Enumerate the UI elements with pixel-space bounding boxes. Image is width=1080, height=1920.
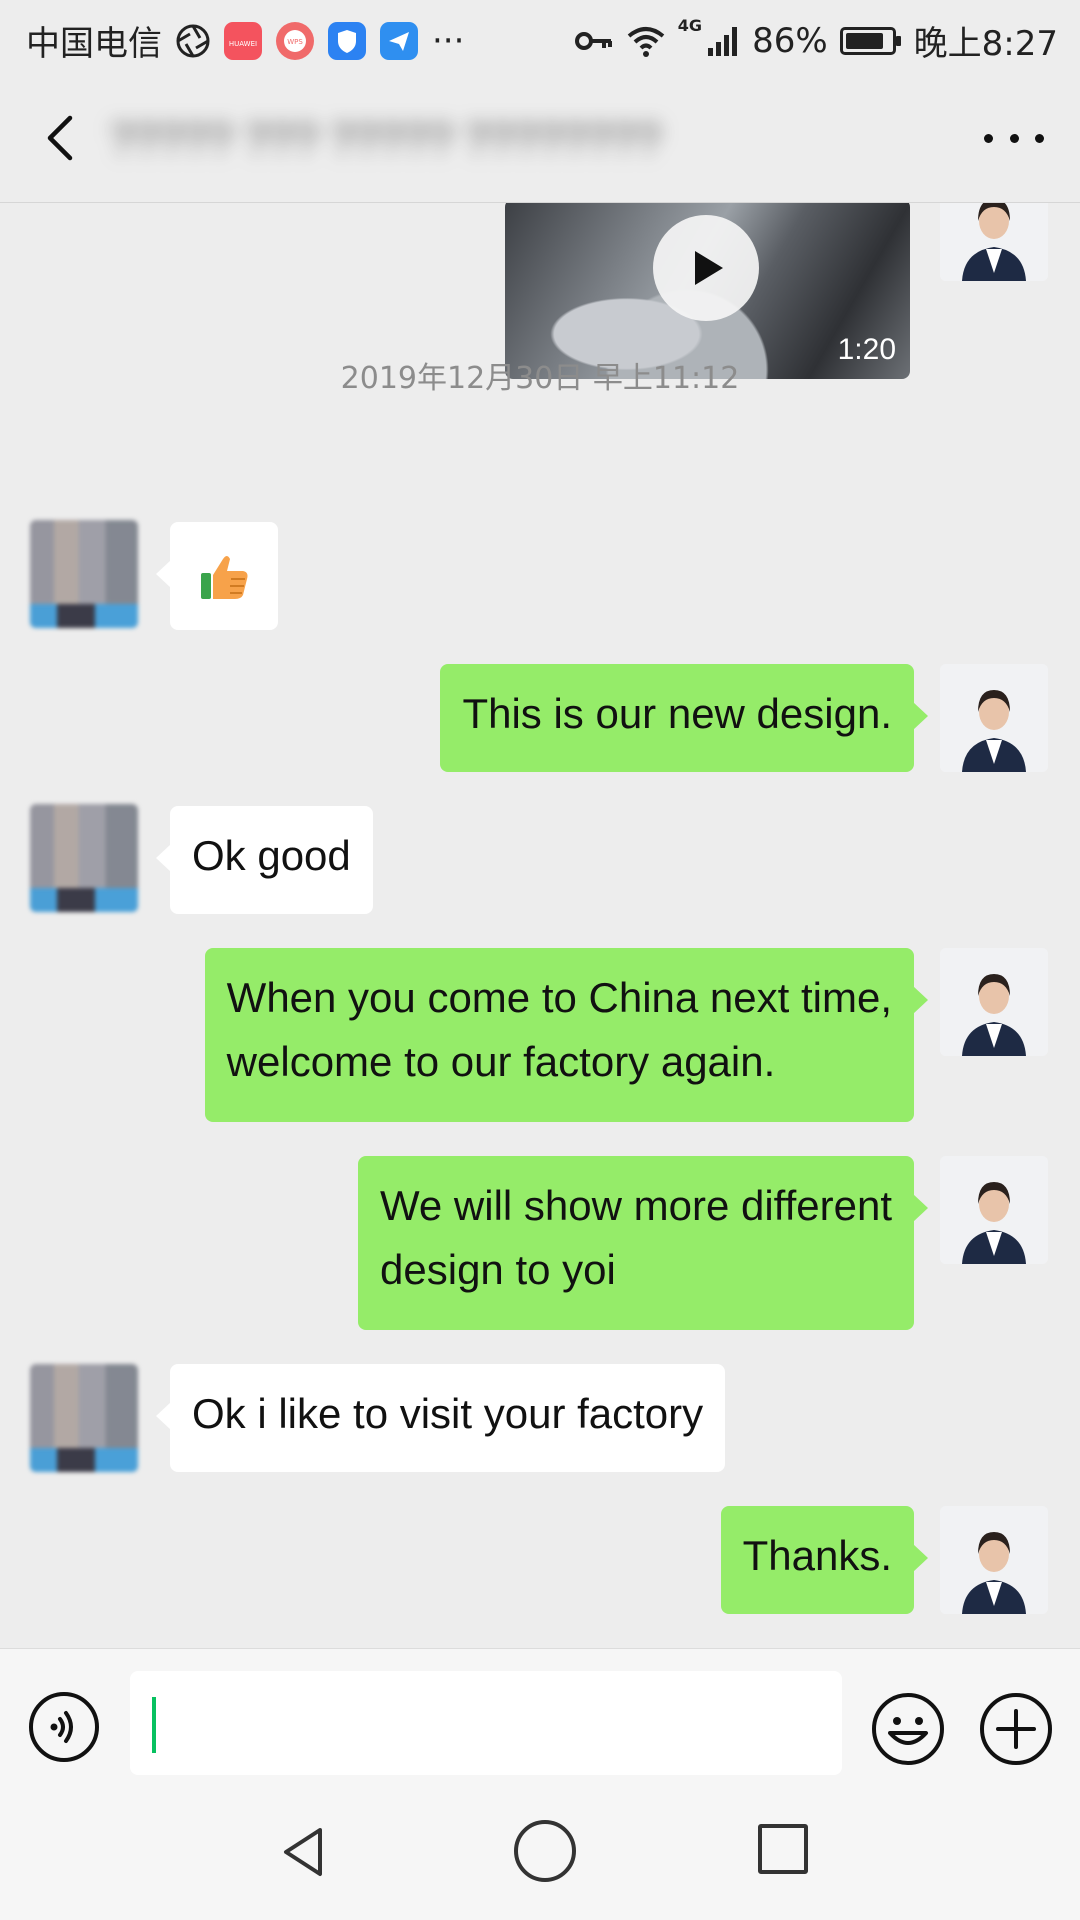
my-avatar[interactable] [940, 1156, 1048, 1264]
clock: 晚上8:27 [913, 24, 1058, 64]
message-timestamp: 2019年12月30日 早上11:12 [340, 361, 740, 396]
nav-back-icon[interactable] [272, 1820, 336, 1884]
more-notifications: ··· [432, 20, 465, 61]
message-bubble-sent[interactable]: When you come to China next time, welcom… [204, 948, 929, 1122]
svg-text:HUAWEI: HUAWEI [229, 40, 257, 48]
key-icon [574, 31, 612, 50]
message-bubble-sent[interactable]: This is our new design. [440, 664, 928, 772]
wps-app-icon: WPS [276, 21, 314, 60]
message-line: We will show more different [380, 1182, 892, 1229]
chat-header: ????? ??? ????? ???????? [0, 76, 1080, 203]
my-avatar[interactable] [940, 1506, 1048, 1614]
send-app-icon [380, 21, 418, 60]
battery-percent: 86% [752, 20, 828, 61]
emoji-icon[interactable] [870, 1691, 946, 1767]
message-bubble-received[interactable] [156, 522, 278, 630]
system-nav-bar [0, 1788, 1080, 1920]
message-line: design to yoi [380, 1246, 616, 1293]
nav-recents-icon[interactable] [758, 1824, 808, 1874]
thumbs-up-icon [201, 556, 248, 599]
text-caret [152, 1697, 156, 1753]
status-bar-left: 中国电信 HUAWEI WPS ··· [26, 16, 464, 65]
message-line: welcome to our factory again. [226, 1038, 776, 1085]
status-bar-right: 4G 86% 晚上8:27 [574, 16, 1058, 65]
wifi-icon [627, 26, 665, 57]
carrier-label: 中国电信 [26, 24, 162, 64]
shield-app-icon [328, 21, 366, 60]
contact-avatar[interactable] [30, 1364, 138, 1472]
message-bubble-sent[interactable]: We will show more different design to yo… [358, 1156, 928, 1330]
nav-home-icon[interactable] [514, 1820, 576, 1882]
play-icon[interactable] [653, 215, 759, 321]
my-avatar[interactable] [940, 203, 1048, 281]
my-avatar[interactable] [940, 664, 1048, 772]
huawei-app-icon: HUAWEI [224, 21, 262, 60]
signal-icon [708, 26, 738, 56]
network-type: 4G [677, 16, 703, 35]
my-avatar[interactable] [940, 948, 1048, 1056]
chat-title: ????? ??? ????? ???????? [110, 115, 661, 164]
contact-avatar[interactable] [30, 804, 138, 912]
more-icon[interactable] [984, 118, 1044, 158]
input-bar [0, 1648, 1080, 1789]
contact-avatar[interactable] [30, 520, 138, 628]
back-arrow-icon[interactable] [30, 106, 94, 170]
message-bubble-sent[interactable]: Thanks. [720, 1506, 929, 1614]
battery-icon [839, 26, 901, 55]
plus-icon[interactable] [978, 1691, 1054, 1767]
voice-icon[interactable] [28, 1691, 100, 1763]
message-line: When you come to China next time, [226, 974, 892, 1021]
message-input[interactable] [130, 1671, 842, 1775]
status-bar: 中国电信 HUAWEI WPS ··· 4G 86% 晚上8:27 [0, 0, 1080, 76]
svg-text:WPS: WPS [287, 38, 303, 46]
message-bubble-received[interactable]: Ok good [156, 806, 373, 914]
message-bubble-received[interactable]: Ok i like to visit your factory [155, 1364, 726, 1472]
aperture-icon [176, 24, 210, 57]
chat-messages[interactable]: 1:20 2019年12月30日 早上11:12 This is our new… [0, 203, 1080, 1648]
